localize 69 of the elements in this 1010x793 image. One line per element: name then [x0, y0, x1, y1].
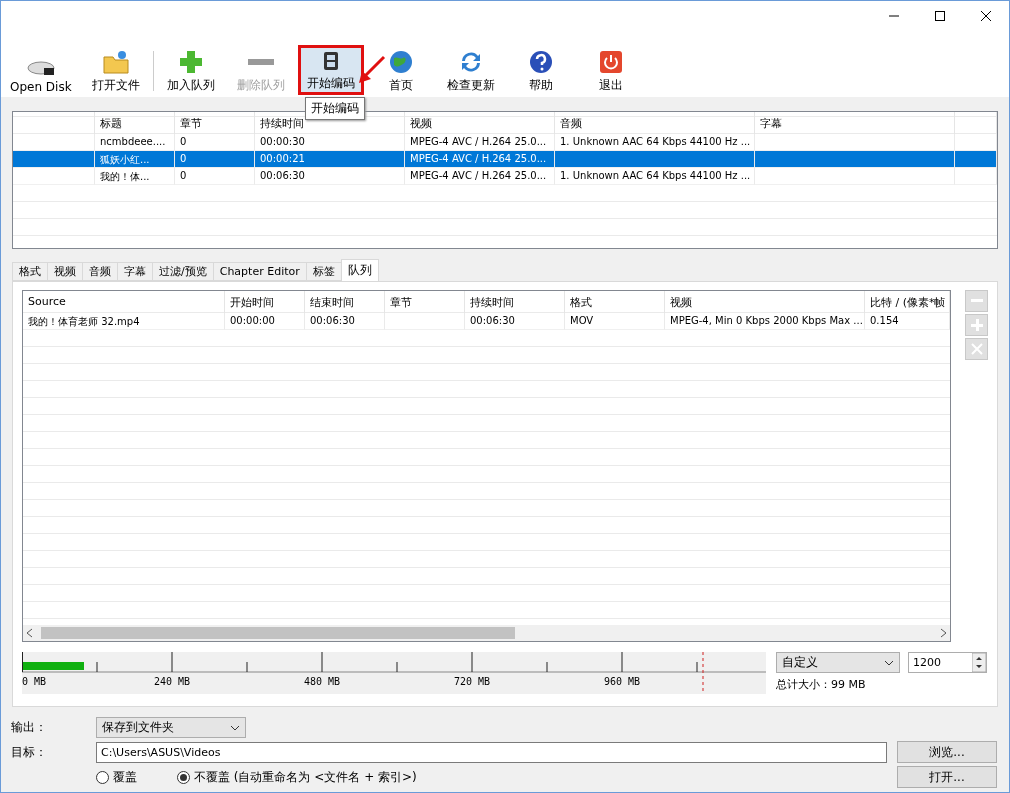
tab[interactable]: 队列 — [340, 259, 379, 281]
table-cell: 00:06:30 — [255, 168, 405, 185]
chevron-down-icon — [884, 659, 894, 666]
help-icon — [527, 49, 554, 75]
close-icon — [981, 11, 991, 21]
output-label: 输出： — [11, 719, 48, 736]
table-row[interactable]: 狐妖小红... 0 00:00:21 MPEG-4 AVC / H.264 25.0... — [13, 151, 997, 168]
target-label: 目标： — [11, 743, 48, 761]
plus-icon — [970, 319, 983, 331]
tooltip: 开始编码 — [305, 97, 365, 120]
table-cell: 00:06:30 — [305, 313, 385, 330]
tick-label: 960 MB — [604, 676, 641, 687]
table-cell: MOV — [565, 313, 665, 330]
scrollbar-thumb[interactable] — [41, 627, 515, 639]
table-cell: 0.154 — [865, 313, 950, 330]
tab[interactable]: 音频 — [82, 262, 118, 281]
toolbar-button[interactable]: 首页 — [367, 45, 434, 95]
tick-label: 720 MB — [454, 676, 491, 687]
toolbar-button[interactable]: 打开文件 — [82, 45, 149, 95]
tab[interactable]: Chapter Editor — [212, 262, 307, 281]
target-path-field[interactable]: C:\Users\ASUS\Videos — [96, 741, 887, 763]
toolbar-button[interactable]: 加入队列 — [157, 45, 224, 95]
toolbar-button[interactable]: 退出 — [577, 45, 644, 95]
table-cell: 1. Unknown AAC 64 Kbps 44100 Hz ... — [555, 168, 755, 185]
tab[interactable]: 标签 — [305, 262, 342, 281]
table-cell — [955, 168, 997, 185]
table-row[interactable]: ncmbdeee.... 0 00:00:30 MPEG-4 AVC / H.264 25.0... 1. Unknown AAC 64 Kbps 44100 Hz ... — [13, 134, 997, 151]
table-cell: MPEG-4 AVC / H.264 25.0... — [405, 168, 555, 185]
plus-icon — [177, 49, 204, 75]
open-button[interactable]: 打开... — [897, 766, 997, 788]
toolbar-button[interactable]: 开始编码 — [297, 45, 364, 95]
maximize-icon — [935, 11, 945, 21]
tab[interactable]: 字幕 — [117, 262, 153, 281]
annotation-arrow — [358, 55, 386, 85]
size-spinbox[interactable]: 1200 — [908, 652, 987, 673]
add-button[interactable] — [965, 314, 988, 336]
folder-icon — [101, 49, 130, 75]
spin-arrows-icon — [972, 653, 986, 672]
remove-button[interactable] — [965, 290, 988, 312]
table-cell: 我的！体... — [95, 168, 175, 185]
table-cell: MPEG-4, Min 0 Kbps 2000 Kbps Max ... — [665, 313, 865, 330]
minus-icon — [247, 59, 274, 65]
total-size-label: 总计大小：99 MB — [776, 677, 867, 692]
horizontal-scrollbar[interactable] — [23, 625, 950, 641]
table-cell: 00:06:30 — [465, 313, 565, 330]
tab[interactable]: 视频 — [47, 262, 83, 281]
radio-option[interactable]: 不覆盖 (自动重命名为 <文件名 + 索引>) — [177, 768, 417, 786]
table-row[interactable]: 我的！体... 0 00:06:30 MPEG-4 AVC / H.264 25.0... 1. Unknown AAC 64 Kbps 44100 Hz ... — [13, 168, 997, 185]
globe-icon — [387, 49, 414, 75]
radio-option[interactable]: 覆盖 — [96, 768, 137, 786]
chevron-down-icon — [230, 724, 240, 731]
tick-label: 480 MB — [304, 676, 341, 687]
toolbar-button[interactable]: 检查更新 — [437, 45, 504, 95]
tick-label: 240 MB — [154, 676, 191, 687]
table-cell: 0 — [175, 168, 255, 185]
size-preset-dropdown[interactable]: 自定义 — [776, 652, 900, 673]
tab[interactable]: 格式 — [12, 262, 48, 281]
limit-marker-line — [702, 652, 704, 694]
browse-button[interactable]: 浏览... — [897, 741, 997, 763]
clear-button[interactable] — [965, 338, 988, 360]
power-icon — [597, 49, 624, 75]
output-dropdown[interactable]: 保存到文件夹 — [96, 717, 246, 738]
toolbar-button[interactable]: Open Disk — [3, 45, 79, 95]
tab[interactable]: 过滤/预览 — [152, 262, 214, 281]
toolbar-button[interactable]: 帮助 — [507, 45, 574, 95]
table-cell: 00:00:00 — [225, 313, 305, 330]
cross-icon — [970, 343, 983, 355]
table-cell: 我的！体育老师 32.mp4 — [23, 313, 225, 330]
tick-label: 0 MB — [22, 676, 47, 687]
